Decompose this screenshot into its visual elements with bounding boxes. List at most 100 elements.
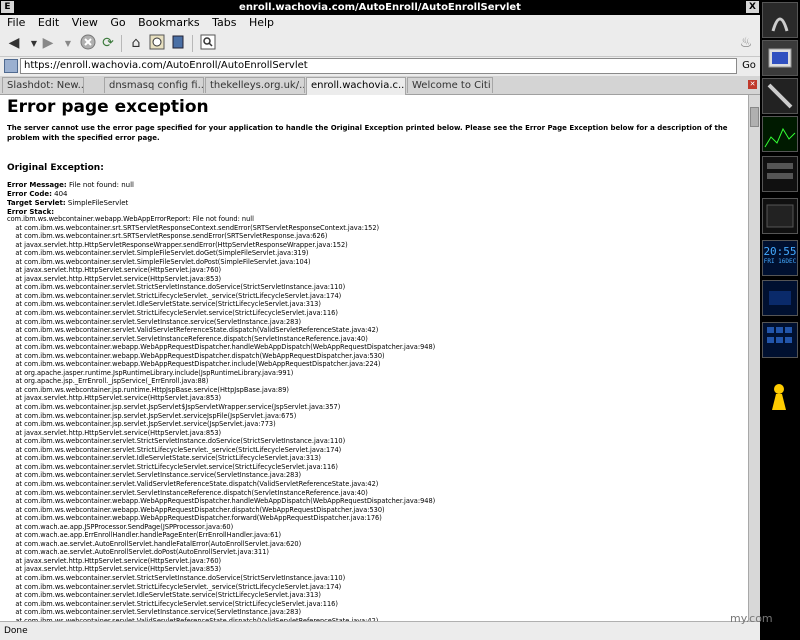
stack-line: at javax.servlet.http.HttpServlet.servic…: [7, 565, 222, 574]
stack-line: at com.ibm.ws.webcontainer.servlet.Servl…: [7, 608, 302, 617]
status-text: Done: [4, 626, 28, 636]
menu-file[interactable]: File: [7, 16, 25, 29]
pen-tool-icon: [767, 83, 793, 109]
stack-line: at com.ibm.ws.webcontainer.servlet.Valid…: [7, 479, 379, 488]
page-content: Error page exception The server cannot u…: [0, 95, 748, 621]
search-icon[interactable]: [198, 34, 218, 53]
error-message-label: Error Message:: [7, 181, 67, 189]
window-title: enroll.wachovia.com/AutoEnroll/AutoEnrol…: [239, 2, 521, 13]
error-code-row: Error Code: 404: [7, 190, 134, 199]
stack-line: at com.ibm.ws.webcontainer.srt.SRTServle…: [7, 223, 380, 232]
site-favicon-icon: [4, 59, 18, 73]
toolbar-separator: [192, 35, 193, 52]
clock-date: FRI 16DEC: [763, 258, 797, 265]
vertical-scrollbar[interactable]: [748, 95, 760, 621]
address-bar: https://enroll.wachovia.com/AutoEnroll/A…: [0, 57, 760, 76]
menu-bar: File Edit View Go Bookmarks Tabs Help: [0, 15, 760, 31]
dock-pen-icon[interactable]: [762, 78, 798, 114]
browser-window: E enroll.wachovia.com/AutoEnroll/AutoEnr…: [0, 0, 760, 640]
stack-line: at javax.servlet.http.HttpServletRespons…: [7, 240, 348, 249]
stack-line: at javax.servlet.http.HttpServlet.servic…: [7, 556, 222, 565]
scrollbar-thumb[interactable]: [750, 107, 759, 127]
close-tab-icon[interactable]: ✕: [748, 80, 757, 89]
url-input[interactable]: https://enroll.wachovia.com/AutoEnroll/A…: [20, 58, 737, 74]
reload-icon[interactable]: ⟳: [98, 34, 118, 53]
stack-line: at com.ibm.ws.webcontainer.servlet.Simpl…: [7, 257, 311, 266]
stack-line: at com.wach.ae.servlet.AutoEnrollServlet…: [7, 548, 269, 557]
tab-slashdot[interactable]: Slashdot: New...: [2, 77, 84, 93]
home-icon[interactable]: ⌂: [126, 34, 146, 53]
menu-tabs[interactable]: Tabs: [212, 16, 236, 29]
target-servlet-value: SimpleFileServlet: [67, 199, 129, 207]
go-button[interactable]: Go: [740, 58, 758, 74]
stack-line: com.ibm.ws.webcontainer.webapp.WebAppErr…: [7, 215, 254, 223]
dock-logo-icon: [763, 3, 797, 37]
back-arrow-icon[interactable]: ◀: [4, 34, 24, 53]
dock-clock: 20:55 FRI 16DEC: [762, 240, 798, 276]
stack-line: at com.ibm.ws.webcontainer.servlet.Stric…: [7, 283, 346, 292]
error-code-label: Error Code:: [7, 190, 52, 198]
menu-go[interactable]: Go: [110, 16, 125, 29]
dock-cpu-monitor-icon: [762, 116, 798, 152]
menu-bookmarks[interactable]: Bookmarks: [138, 16, 199, 29]
bookmarks-icon[interactable]: [168, 34, 188, 53]
stack-line: at com.ibm.ws.webcontainer.servlet.Stric…: [7, 599, 338, 608]
tab-citi[interactable]: Welcome to Citi®...: [407, 77, 493, 93]
stack-line: at javax.servlet.http.HttpServlet.servic…: [7, 394, 222, 403]
network-dots-icon: [769, 291, 791, 305]
stack-line: at com.ibm.ws.webcontainer.servlet.Stric…: [7, 291, 342, 300]
stack-line: at com.ibm.ws.webcontainer.webapp.WebApp…: [7, 514, 382, 523]
close-window-button[interactable]: X: [746, 1, 759, 13]
original-exception-heading: Original Exception:: [7, 163, 104, 173]
dock-messenger-icon[interactable]: [762, 380, 798, 416]
menu-help[interactable]: Help: [249, 16, 274, 29]
title-bar[interactable]: E enroll.wachovia.com/AutoEnroll/AutoEnr…: [0, 0, 760, 15]
menu-view[interactable]: View: [72, 16, 98, 29]
dock-terminal-icon[interactable]: [762, 40, 798, 76]
forward-arrow-icon[interactable]: ▶: [38, 34, 58, 53]
monitor-icon: [768, 48, 792, 68]
tab-bar: Slashdot: New... dnsmasq config fi... th…: [0, 76, 760, 95]
stack-line: at com.ibm.ws.webcontainer.servlet.Stric…: [7, 582, 342, 591]
cpu-graph-icon: [764, 127, 796, 148]
stack-line: at com.ibm.ws.webcontainer.servlet.IdleS…: [7, 454, 321, 463]
navigation-toolbar: ◀ ▼ ▶ ▼ ⟳ ⌂ ♨: [0, 31, 760, 57]
stack-line: at com.wach.ae.app.JSPProcessor.SendPage…: [7, 522, 234, 531]
tab-label: thekelleys.org.uk/...: [210, 80, 305, 91]
stack-line: at com.ibm.ws.webcontainer.servlet.Stric…: [7, 445, 342, 454]
stack-line: at com.ibm.ws.webcontainer.webapp.WebApp…: [7, 497, 436, 506]
stack-line: at com.ibm.ws.webcontainer.servlet.Servl…: [7, 317, 302, 326]
tab-label: dnsmasq config fi...: [109, 80, 204, 91]
dock-load-monitor-icon: [762, 198, 798, 234]
stack-line: at com.ibm.ws.webcontainer.servlet.Stric…: [7, 462, 338, 471]
error-message-value: File not found: null: [68, 181, 134, 189]
stack-line: at com.ibm.ws.webcontainer.servlet.Valid…: [7, 326, 379, 335]
watermark-text: my.com: [730, 612, 773, 625]
stack-line: at com.ibm.ws.webcontainer.jsp.servlet.J…: [7, 420, 276, 429]
pager-grid-icon: [767, 327, 792, 343]
dock-workspace-pager-icon[interactable]: [762, 322, 798, 358]
tab-thekelleys[interactable]: thekelleys.org.uk/...: [205, 77, 305, 93]
throbber-icon: ♨: [739, 35, 753, 51]
stack-line: at com.ibm.ws.webcontainer.servlet.Stric…: [7, 437, 346, 446]
stack-line: at com.ibm.ws.webcontainer.servlet.IdleS…: [7, 591, 321, 600]
stack-line: at com.ibm.ws.webcontainer.webapp.WebApp…: [7, 505, 385, 514]
menu-edit[interactable]: Edit: [38, 16, 59, 29]
stack-line: at com.ibm.ws.webcontainer.webapp.WebApp…: [7, 351, 385, 360]
stack-line: at com.ibm.ws.webcontainer.servlet.Servl…: [7, 334, 368, 343]
tab-label: Slashdot: New...: [7, 80, 84, 91]
tab-wachovia[interactable]: enroll.wachovia.c...: [306, 77, 406, 95]
stop-icon[interactable]: [78, 34, 98, 53]
forward-dropdown-icon[interactable]: ▼: [58, 34, 78, 53]
history-icon[interactable]: [147, 34, 167, 53]
stack-line: at com.ibm.ws.webcontainer.srt.SRTServle…: [7, 232, 328, 241]
load-meter-icon: [766, 204, 794, 228]
stack-line: at com.ibm.ws.webcontainer.servlet.Simpl…: [7, 249, 309, 258]
stack-line: at com.ibm.ws.webcontainer.servlet.Stric…: [7, 573, 346, 582]
dock-app-icon[interactable]: [762, 2, 798, 38]
stack-line: at javax.servlet.http.HttpServlet.servic…: [7, 274, 222, 283]
page-title: Error page exception: [7, 97, 209, 117]
intro-text: The server cannot use the error page spe…: [7, 124, 728, 142]
tab-dnsmasq[interactable]: dnsmasq config fi...: [104, 77, 204, 93]
stack-line: at com.wach.ae.app.ErrEnrollHandler.hand…: [7, 531, 282, 540]
